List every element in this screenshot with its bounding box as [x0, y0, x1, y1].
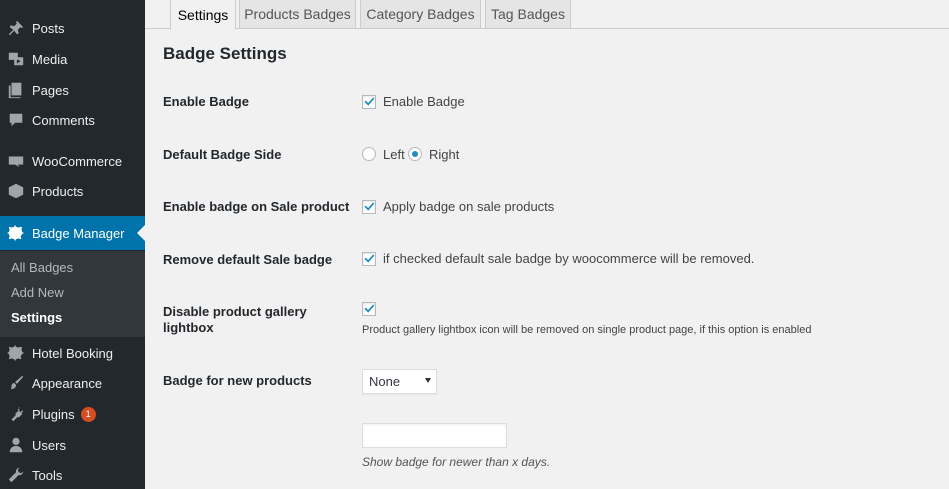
checkmark-icon: [364, 254, 375, 263]
disable-lightbox-description: Product gallery lightbox icon will be re…: [362, 324, 812, 336]
wrench-icon: [6, 465, 26, 485]
box-icon: [6, 181, 26, 201]
tab-settings[interactable]: Settings: [170, 0, 236, 30]
menu-posts-label: Posts: [32, 20, 65, 36]
page-title: Badge Settings: [163, 44, 287, 63]
menu-plugins-label: Plugins: [32, 406, 75, 422]
menu-media[interactable]: Media: [0, 44, 145, 74]
gear-icon: [6, 223, 26, 243]
menu-appearance-label: Appearance: [32, 375, 103, 391]
submenu-settings[interactable]: Settings: [11, 310, 62, 325]
tab-products-badges[interactable]: Products Badges: [239, 0, 356, 29]
checkmark-icon: [364, 97, 375, 106]
brush-icon: [6, 373, 26, 393]
pages-icon: [6, 80, 26, 100]
menu-badge-manager-label: Badge Manager: [32, 225, 125, 241]
menu-pages[interactable]: Pages: [0, 75, 145, 105]
remove-default-checkbox[interactable]: [362, 252, 376, 266]
disable-lightbox-label: Disable product gallery lightbox: [163, 304, 307, 336]
new-products-select-value: None: [369, 374, 401, 389]
woocommerce-icon: [6, 151, 26, 171]
menu-hotel-booking-label: Hotel Booking: [32, 345, 113, 361]
enable-badge-label: Enable Badge: [163, 94, 249, 109]
enable-badge-checkbox[interactable]: [362, 95, 376, 109]
new-products-select[interactable]: None: [362, 369, 437, 394]
badge-side-right-text: Right: [429, 147, 460, 162]
user-icon: [6, 435, 26, 455]
badge-side-right-radio[interactable]: [408, 147, 422, 161]
media-icon: [6, 49, 26, 69]
gear-icon: [6, 343, 26, 363]
chevron-down-icon: [425, 378, 431, 383]
menu-users-label: Users: [32, 437, 66, 453]
menu-tools[interactable]: Tools: [0, 460, 145, 489]
disable-lightbox-label-line1: Disable product gallery: [163, 304, 307, 319]
badge-side-left-text: Left: [383, 147, 405, 162]
menu-comments[interactable]: Comments: [0, 105, 145, 135]
admin-sidebar: Posts Media Pages Comments WooCommerce P…: [0, 0, 145, 489]
menu-woocommerce-label: WooCommerce: [32, 153, 123, 169]
menu-tools-label: Tools: [32, 467, 63, 483]
menu-pages-label: Pages: [32, 82, 69, 98]
disable-lightbox-label-line2: lightbox: [163, 320, 214, 335]
remove-default-label: Remove default Sale badge: [163, 252, 333, 267]
menu-media-label: Media: [32, 51, 68, 67]
pin-icon: [6, 18, 26, 38]
enable-badge-option-text: Enable Badge: [383, 94, 465, 109]
submenu-all-badges[interactable]: All Badges: [11, 260, 73, 275]
menu-appearance[interactable]: Appearance: [0, 368, 145, 398]
menu-badge-manager[interactable]: Badge Manager: [0, 216, 145, 250]
disable-lightbox-checkbox[interactable]: [362, 302, 376, 316]
new-products-days-description: Show badge for newer than x days.: [362, 455, 551, 469]
checkmark-icon: [364, 304, 375, 313]
menu-hotel-booking[interactable]: Hotel Booking: [0, 338, 145, 368]
menu-woocommerce[interactable]: WooCommerce: [0, 146, 145, 176]
sale-product-option-text: Apply badge on sale products: [383, 199, 555, 214]
tab-tag-badges[interactable]: Tag Badges: [485, 0, 571, 29]
sale-product-label: Enable badge on Sale product: [163, 199, 350, 214]
sale-product-checkbox[interactable]: [362, 200, 376, 214]
submenu-add-new[interactable]: Add New: [11, 285, 64, 300]
new-products-days-input[interactable]: [362, 423, 507, 448]
plugins-update-count: 1: [80, 406, 96, 422]
menu-products-label: Products: [32, 183, 84, 199]
checkmark-icon: [364, 202, 375, 211]
menu-users[interactable]: Users: [0, 430, 145, 460]
menu-posts[interactable]: Posts: [0, 13, 145, 43]
menu-products[interactable]: Products: [0, 176, 145, 206]
comment-icon: [6, 110, 26, 130]
default-badge-side-label: Default Badge Side: [163, 147, 282, 162]
nav-tab-wrapper: Settings Products Badges Category Badges…: [145, 0, 949, 30]
menu-plugins[interactable]: Plugins 1: [0, 399, 145, 429]
new-products-label: Badge for new products: [163, 373, 312, 388]
menu-comments-label: Comments: [32, 112, 95, 128]
tab-category-badges[interactable]: Category Badges: [360, 0, 481, 29]
badge-manager-submenu: All Badges Add New Settings: [0, 251, 145, 337]
remove-default-option-text: if checked default sale badge by woocomm…: [383, 251, 755, 266]
badge-side-left-radio[interactable]: [362, 147, 376, 161]
plug-icon: [6, 404, 26, 424]
